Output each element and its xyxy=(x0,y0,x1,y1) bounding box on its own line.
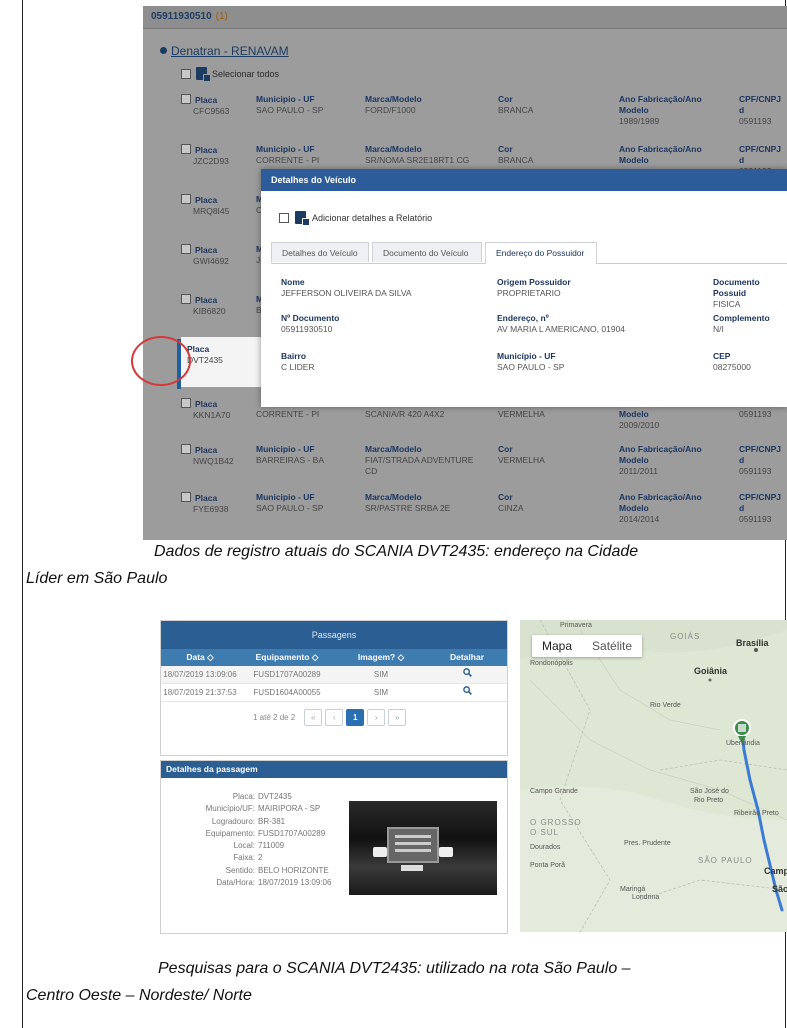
passagens-panel: Passagens Data ◇ Equipamento ◇ Imagem? ◇… xyxy=(160,620,508,756)
map-label: Campo Grande xyxy=(530,788,578,795)
passage-details-panel: Detalhes da passagem Placa: DVT2435 Munic… xyxy=(160,760,508,934)
result-tab-bar: 05911930510 (1) xyxy=(143,6,787,29)
map-label: GOIÁS xyxy=(670,632,701,641)
col-equipamento[interactable]: Equipamento ◇ xyxy=(239,649,335,666)
map-label: Brasília xyxy=(736,638,769,648)
passagens-body: 18/07/2019 13:09:06 FUSD1707A00289 SIM 1… xyxy=(161,666,507,702)
select-all[interactable]: Selecionar todos xyxy=(181,67,280,82)
row-checkbox[interactable] xyxy=(181,94,191,104)
caption-1-line-2: Líder em São Paulo xyxy=(26,570,168,587)
clipboard-add-icon xyxy=(295,211,310,226)
satellite-view-button[interactable]: Satélite xyxy=(582,635,642,657)
vehicle-row[interactable]: Placa CFC9563 Municipio - UF SAO PAULO - S… xyxy=(143,94,787,144)
clipboard-add-icon xyxy=(196,67,211,82)
map-label: São xyxy=(772,884,787,894)
map-view-button[interactable]: Mapa xyxy=(532,635,582,657)
search-icon[interactable] xyxy=(462,668,472,677)
map-label: Maringá xyxy=(620,886,646,893)
col-imagem[interactable]: Imagem? ◇ xyxy=(335,649,427,666)
vehicle-row[interactable]: Placa FYE6938 Municipio - UF SAO PAULO - S… xyxy=(143,492,787,540)
first-page-button[interactable]: « xyxy=(304,709,323,726)
passagens-header: Data ◇ Equipamento ◇ Imagem? ◇ Detalhar xyxy=(161,649,507,666)
map-label: Campi xyxy=(764,866,787,876)
map-label: Rondonópolis xyxy=(530,660,573,667)
map-label: Primavera xyxy=(560,622,592,629)
modal-tabs: Detalhes do Veículo Documento do Veículo… xyxy=(271,239,787,264)
select-all-label: Selecionar todos xyxy=(212,68,280,79)
select-all-checkbox[interactable] xyxy=(181,68,191,79)
tab-vehicle-document[interactable]: Documento do Veículo xyxy=(372,242,482,262)
page-1-button[interactable]: 1 xyxy=(346,709,365,726)
map-label: Londrina xyxy=(632,894,660,901)
result-tab[interactable]: 05911930510 (1) xyxy=(151,11,228,22)
row-checkbox[interactable] xyxy=(181,144,191,154)
row-checkbox[interactable] xyxy=(181,444,191,454)
map-type-toggle: Mapa Satélite xyxy=(532,635,643,657)
vehicle-camera-photo[interactable] xyxy=(349,801,497,895)
row-checkbox[interactable] xyxy=(181,194,191,204)
col-detalhar: Detalhar xyxy=(449,652,484,662)
map-label: O GROSSO xyxy=(530,818,582,827)
caption-1-line-1: Dados de registro atuais do SCANIA DVT24… xyxy=(154,543,639,560)
tab-vehicle-details[interactable]: Detalhes do Veículo xyxy=(271,242,369,262)
row-checkbox[interactable] xyxy=(181,294,191,304)
last-page-button[interactable]: » xyxy=(388,709,407,726)
row-checkbox[interactable] xyxy=(181,398,191,408)
next-page-button[interactable]: › xyxy=(367,709,386,726)
map-label: Pres. Prudente xyxy=(624,840,671,847)
col-data[interactable]: Data ◇ xyxy=(161,649,239,666)
add-to-report-label: Adicionar detalhes a Relatório xyxy=(312,212,433,223)
caption-2-line-2: Centro Oeste – Nordeste/ Norte xyxy=(26,987,252,1004)
passage-details-title: Detalhes da passagem xyxy=(161,761,507,778)
add-to-report[interactable]: Adicionar detalhes a Relatório xyxy=(279,211,433,226)
pagination-summary: 1 até 2 de 2 xyxy=(253,713,296,722)
passage-details-list: Placa: DVT2435 Município/UF: MAIRIPORA - S… xyxy=(205,792,332,888)
map-label: Rio Preto xyxy=(694,797,724,804)
map-label: Uberlândia xyxy=(726,740,760,747)
row-checkbox[interactable] xyxy=(181,492,191,502)
tab-owner-address[interactable]: Endereço do Possuidor xyxy=(485,242,597,264)
vehicle-details-modal: Detalhes do Veículo Adicionar detalhes a… xyxy=(261,169,787,407)
search-icon[interactable] xyxy=(462,686,472,695)
highlight-circle xyxy=(131,336,191,386)
result-count: (1) xyxy=(215,11,228,22)
row-checkbox[interactable] xyxy=(181,244,191,254)
pagination: 1 até 2 de 2 « ‹ 1 › » xyxy=(253,709,407,726)
map-label: Goiânia xyxy=(694,666,728,676)
section-title[interactable]: Denatran - RENAVAM xyxy=(160,44,289,58)
modal-title: Detalhes do Veículo xyxy=(261,169,787,191)
add-to-report-checkbox[interactable] xyxy=(279,212,289,223)
map-label: Rio Verde xyxy=(650,702,681,709)
table-row[interactable]: 18/07/2019 13:09:06 FUSD1707A00289 SIM xyxy=(161,666,507,684)
table-row[interactable]: 18/07/2019 21:37:53 FUSD1604A00055 SIM xyxy=(161,684,507,702)
passagens-title: Passagens xyxy=(161,621,507,649)
map-label: Dourados xyxy=(530,844,561,851)
map-label: SÃO PAULO xyxy=(698,856,753,865)
map-label: O SUL xyxy=(530,828,560,837)
map-label: São José do xyxy=(690,788,729,795)
map-label: Ribeirão Preto xyxy=(734,810,779,817)
caption-2-line-1: Pesquisas para o SCANIA DVT2435: utiliza… xyxy=(158,960,631,977)
renavam-screenshot: 05911930510 (1) Denatran - RENAVAM Seleci… xyxy=(143,6,787,540)
prev-page-button[interactable]: ‹ xyxy=(325,709,344,726)
vehicle-row[interactable]: Placa NWQ1B42 Municipio - UF BARREIRAS - B… xyxy=(143,444,787,494)
route-map[interactable]: Mapa Satélite Primavera GOIÁS Brasília R… xyxy=(520,620,787,932)
map-label: Ponta Porã xyxy=(530,862,566,869)
